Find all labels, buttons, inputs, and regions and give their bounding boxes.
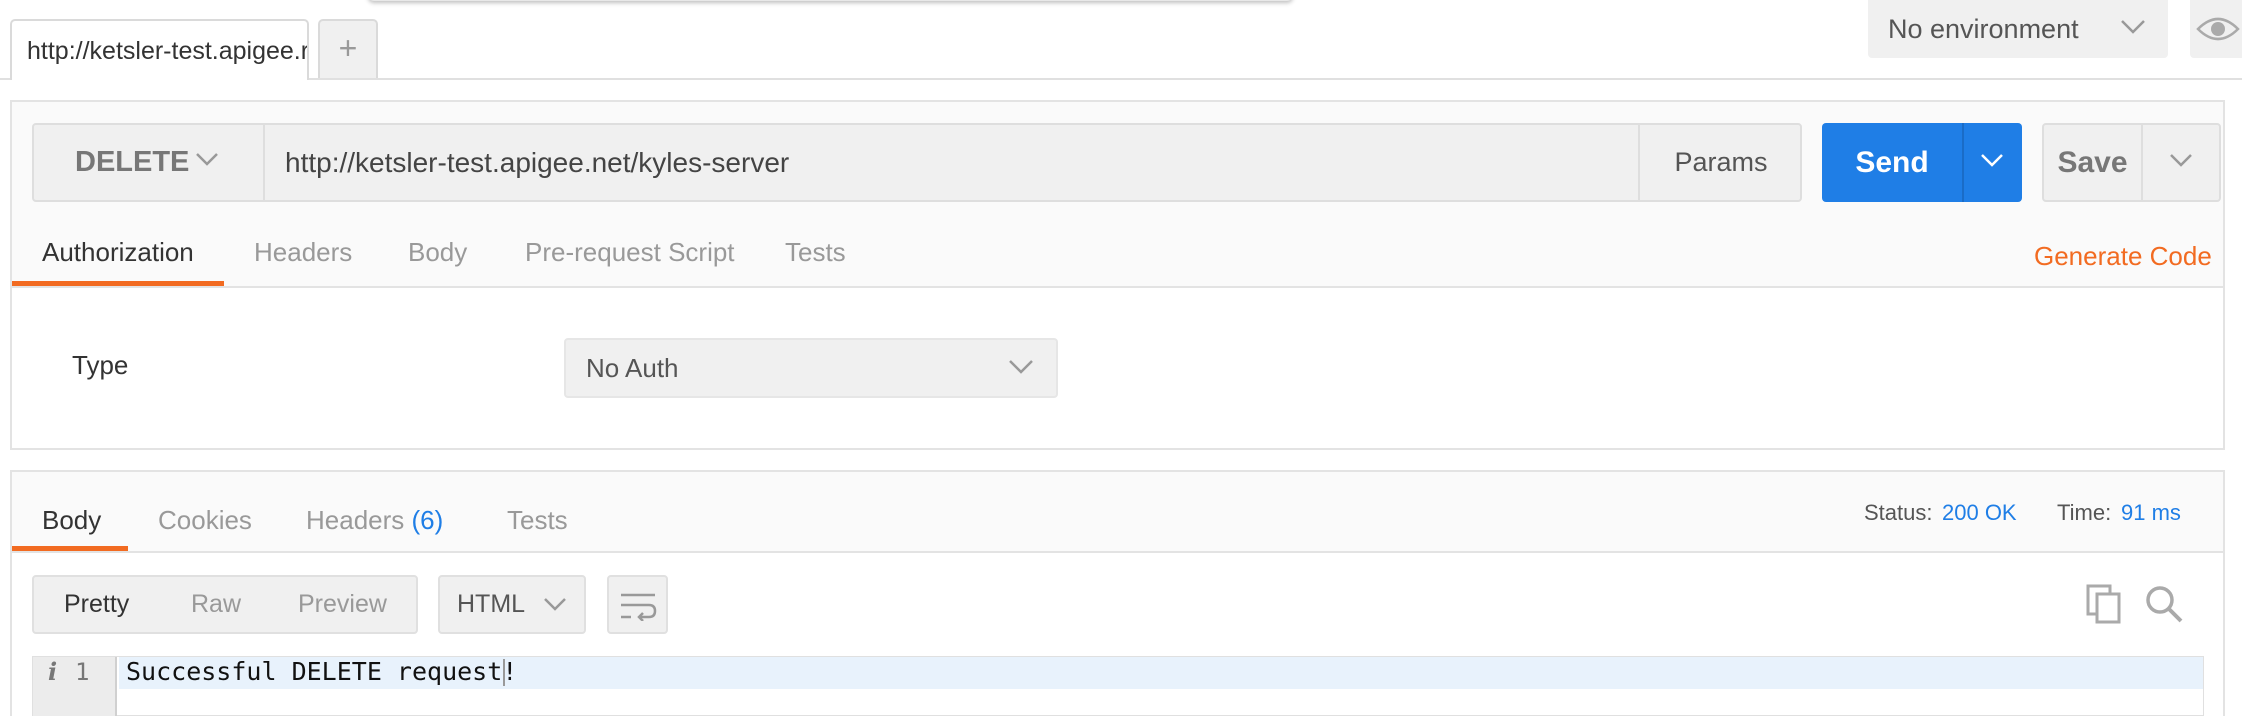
auth-type-select[interactable]: No Auth xyxy=(564,338,1058,398)
overlay-popup-edge xyxy=(368,0,1293,1)
search-icon[interactable] xyxy=(2144,584,2184,624)
authorization-pane xyxy=(12,288,2223,448)
tab-headers[interactable]: Headers xyxy=(254,232,352,286)
response-body-text: Successful DELETE request! xyxy=(126,657,518,686)
save-button[interactable]: Save xyxy=(2042,123,2221,202)
info-marker-icon: i xyxy=(48,657,58,686)
view-raw-button[interactable]: Raw xyxy=(191,577,241,632)
request-tabs-divider xyxy=(12,286,2223,288)
tab-tests[interactable]: Tests xyxy=(785,232,846,286)
chevron-down-icon xyxy=(196,153,218,166)
method-select[interactable]: DELETE xyxy=(32,123,265,202)
active-tab-indicator xyxy=(12,281,224,286)
request-tab[interactable]: http://ketsler-test.apigee.r xyxy=(10,19,309,80)
tab-pre-request-script[interactable]: Pre-request Script xyxy=(525,232,735,286)
response-tab-cookies[interactable]: Cookies xyxy=(158,502,252,538)
response-tabs-divider xyxy=(12,551,2223,553)
format-select[interactable]: HTML xyxy=(438,575,586,634)
tab-bar-divider xyxy=(0,78,2242,80)
params-button[interactable]: Params xyxy=(1638,123,1802,202)
environment-quick-look-button[interactable] xyxy=(2190,0,2242,58)
chevron-down-icon xyxy=(2121,20,2145,34)
chevron-down-icon[interactable] xyxy=(2169,153,2193,169)
format-select-label: HTML xyxy=(457,590,526,618)
status-value[interactable]: 200 OK xyxy=(1942,498,2017,528)
view-mode-group: Pretty Raw Preview xyxy=(32,575,418,634)
response-tab-body[interactable]: Body xyxy=(42,502,101,538)
time-label: Time: xyxy=(2057,500,2112,525)
save-button-label: Save xyxy=(2057,146,2128,179)
status-label: Status: xyxy=(1864,500,1933,525)
generate-code-link[interactable]: Generate Code xyxy=(2034,238,2212,274)
view-pretty-button[interactable]: Pretty xyxy=(64,577,129,632)
active-response-tab-indicator xyxy=(12,546,128,551)
save-divider xyxy=(2141,125,2143,200)
copy-icon[interactable] xyxy=(2086,584,2122,624)
environment-select[interactable]: No environment xyxy=(1868,0,2168,58)
environment-select-label: No environment xyxy=(1888,14,2079,44)
send-button-label: Send xyxy=(1855,146,1929,179)
send-divider xyxy=(1962,123,1964,202)
response-tab-headers-label: Headers xyxy=(306,505,405,535)
line-number: 1 xyxy=(75,658,90,686)
new-tab-button[interactable]: + xyxy=(318,19,378,78)
auth-type-label: Type xyxy=(72,350,129,380)
tab-authorization[interactable]: Authorization xyxy=(42,232,194,286)
url-input[interactable]: http://ketsler-test.apigee.net/kyles-ser… xyxy=(285,123,789,202)
response-tab-headers[interactable]: Headers (6) xyxy=(306,502,443,538)
headers-count-badge: (6) xyxy=(411,505,444,535)
response-tab-tests[interactable]: Tests xyxy=(507,502,568,538)
method-label: DELETE xyxy=(75,146,190,178)
eye-icon xyxy=(2196,17,2240,41)
wrap-lines-icon xyxy=(621,593,657,621)
tab-body[interactable]: Body xyxy=(408,232,467,286)
chevron-down-icon xyxy=(544,598,566,611)
chevron-down-icon[interactable] xyxy=(1980,153,2004,169)
send-button[interactable]: Send xyxy=(1822,123,2022,202)
chevron-down-icon xyxy=(1009,360,1033,374)
time-value[interactable]: 91 ms xyxy=(2121,498,2181,528)
wrap-lines-button[interactable] xyxy=(607,575,668,634)
auth-type-value: No Auth xyxy=(586,353,679,383)
view-preview-button[interactable]: Preview xyxy=(298,577,387,632)
text-cursor xyxy=(503,659,505,686)
